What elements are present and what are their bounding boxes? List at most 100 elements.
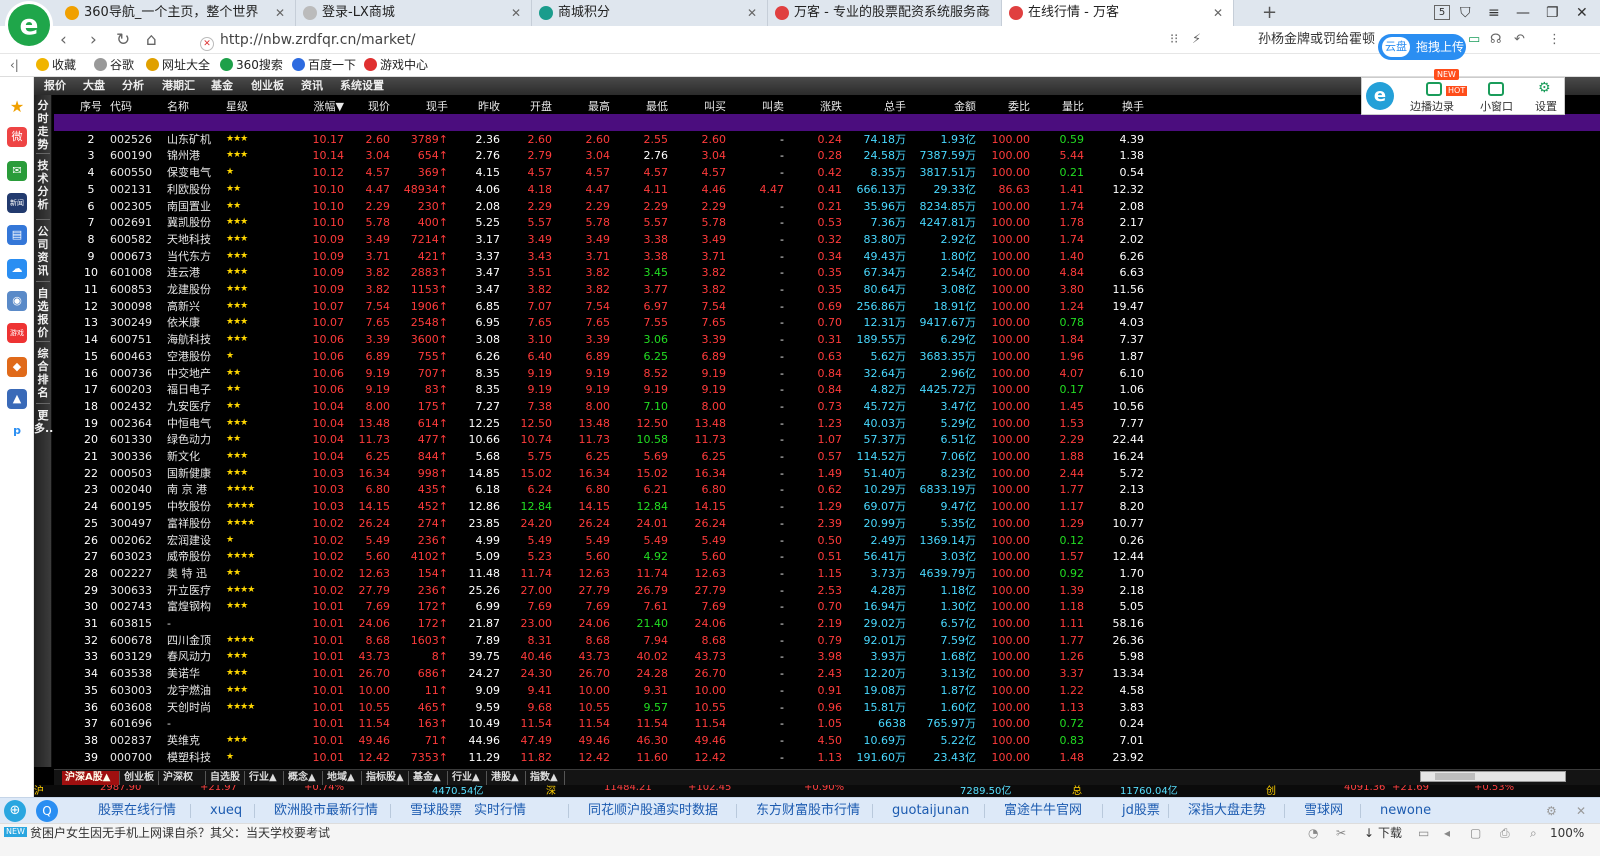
cell-name[interactable]: 中牧股份 [167, 498, 221, 515]
cell-code[interactable]: 600195 [110, 498, 154, 515]
cell-name[interactable]: 模塑科技 [167, 749, 221, 766]
column-header-prev-close[interactable]: 昨收 [452, 98, 500, 114]
cell-index[interactable]: 32 [78, 632, 104, 649]
favorite-2[interactable]: 谷歌 [94, 54, 134, 77]
cell-index[interactable]: 37 [78, 715, 104, 732]
column-header-rating[interactable]: 星级 [226, 98, 264, 114]
cell-name[interactable]: 开立医疗 [167, 582, 221, 599]
close-window-icon[interactable]: ✕ [1576, 0, 1588, 26]
new-tab-button[interactable]: + [1262, 0, 1277, 26]
cell-index[interactable]: 9 [78, 248, 104, 265]
cell-code[interactable]: 601696 [110, 715, 154, 732]
sheet-tab-3[interactable]: 沪深权证 [160, 771, 206, 797]
scroll-thumb[interactable] [1435, 773, 1475, 780]
cell-name[interactable]: 龙建股份 [167, 281, 221, 298]
cell-index[interactable]: 4 [78, 164, 104, 181]
notes-icon[interactable]: ▤ [7, 225, 27, 245]
record-icon[interactable] [1426, 82, 1442, 96]
cell-code[interactable]: 603608 [110, 699, 154, 716]
sheet-tab-9[interactable]: 基金▲ [410, 771, 448, 785]
url-field[interactable]: ✕ http://nbw.zrdfqr.cn/market/ [200, 29, 1170, 51]
tab-4[interactable]: 万客 - 专业的股票配资系统服务商 ✕ [768, 0, 1002, 26]
search-box[interactable]: 孙杨金牌或罚给霍顿 [1258, 31, 1378, 49]
mute-icon[interactable]: ◂ [1444, 824, 1450, 842]
favorite-3[interactable]: 网址大全 [146, 54, 210, 77]
cell-index[interactable]: 28 [78, 565, 104, 582]
cell-name[interactable]: 保变电气 [167, 164, 221, 181]
favorite-5[interactable]: 百度一下 [292, 54, 356, 77]
cell-index[interactable]: 10 [78, 264, 104, 281]
bottom-link-12[interactable]: 雪球网 [1304, 798, 1343, 824]
cell-code[interactable]: 300336 [110, 448, 154, 465]
cell-index[interactable]: 16 [78, 365, 104, 382]
cell-code[interactable]: 002305 [110, 198, 154, 215]
bottom-link-6[interactable]: 同花顺沪股通实时数据 [588, 798, 718, 824]
cell-name[interactable]: 山东矿机 [167, 131, 221, 148]
side-nav-4[interactable]: 自选报价 [34, 285, 52, 339]
cloud-app-icon[interactable]: ☁ [7, 259, 27, 279]
tab-close-icon[interactable]: ✕ [747, 0, 757, 26]
side-nav-3[interactable]: 公司资讯 [34, 223, 52, 277]
column-header-order-ratio[interactable]: 委比 [978, 98, 1030, 114]
game-app-icon[interactable]: ◉ [7, 291, 27, 311]
column-header-amount[interactable]: 金额 [908, 98, 976, 114]
game3-app-icon[interactable]: ▲ [7, 389, 27, 409]
tab-2[interactable]: 登录-LX商城 ✕ [296, 0, 532, 26]
flash-icon[interactable]: ⚡ [1192, 26, 1201, 54]
back-icon[interactable]: ‹ [60, 26, 67, 54]
menu-5[interactable]: 基金 [211, 77, 233, 95]
cell-index[interactable]: 29 [78, 582, 104, 599]
column-header-turnover[interactable]: 换手 [1086, 98, 1144, 114]
tab-close-icon[interactable]: ✕ [981, 0, 991, 26]
cell-index[interactable]: 8 [78, 231, 104, 248]
cell-name[interactable]: 绿色动力 [167, 431, 221, 448]
tab-3[interactable]: 商城积分 ✕ [532, 0, 768, 26]
search-icon[interactable]: Q [36, 800, 58, 822]
cell-code[interactable]: 603003 [110, 682, 154, 699]
cell-name[interactable]: 富煌钢构 [167, 598, 221, 615]
cell-code[interactable]: 603815 [110, 615, 154, 632]
cell-index[interactable]: 34 [78, 665, 104, 682]
headphone-icon[interactable]: ☊ [1490, 26, 1502, 54]
sheet-tab-10[interactable]: 行业▲ [449, 771, 487, 785]
cell-name[interactable]: 中恒电气 [167, 415, 221, 432]
download-icon[interactable]: ↓ [1364, 824, 1374, 842]
cell-code[interactable]: 002227 [110, 565, 154, 582]
cell-code[interactable]: 601330 [110, 431, 154, 448]
menu-2[interactable]: 大盘 [83, 77, 105, 95]
column-header-high[interactable]: 最高 [556, 98, 610, 114]
cell-index[interactable]: 7 [78, 214, 104, 231]
cell-name[interactable]: 春风动力 [167, 648, 221, 665]
settings-button[interactable]: 设置 [1535, 98, 1557, 114]
battery-icon[interactable]: ▭ [1468, 26, 1480, 54]
cell-name[interactable]: 依米康 [167, 314, 221, 331]
column-header-price[interactable]: 现价 [342, 98, 390, 114]
cell-code[interactable]: 603538 [110, 665, 154, 682]
side-nav-6[interactable]: 更多.. [34, 407, 53, 435]
cell-index[interactable]: 22 [78, 465, 104, 482]
cell-code[interactable]: 002131 [110, 181, 154, 198]
cell-code[interactable]: 600751 [110, 331, 154, 348]
column-header-low[interactable]: 最低 [614, 98, 668, 114]
column-header-bid[interactable]: 叫买 [672, 98, 726, 114]
cell-index[interactable]: 39 [78, 749, 104, 766]
cell-index[interactable]: 25 [78, 515, 104, 532]
cell-name[interactable]: 四川金顶 [167, 632, 221, 649]
cell-code[interactable]: 000700 [110, 749, 154, 766]
sheet-tab-5[interactable]: 行业▲ [246, 771, 284, 785]
cell-name[interactable]: 冀凯股份 [167, 214, 221, 231]
sheet-tab-4[interactable]: 自选股 [207, 771, 245, 785]
cell-index[interactable]: 24 [78, 498, 104, 515]
cell-index[interactable]: 5 [78, 181, 104, 198]
bottom-link-1[interactable]: 股票在线行情 [98, 798, 176, 824]
menu-3[interactable]: 分析 [122, 77, 144, 95]
bottom-link-8[interactable]: guotaijunan [892, 798, 969, 824]
cell-index[interactable]: 11 [78, 281, 104, 298]
cell-code[interactable]: 000503 [110, 465, 154, 482]
bottom-link-9[interactable]: 富途牛牛官网 [1004, 798, 1082, 824]
cell-index[interactable]: 23 [78, 481, 104, 498]
cell-index[interactable]: 20 [78, 431, 104, 448]
cloud-upload-button[interactable]: 云盘 拖拽上传 [1378, 34, 1466, 60]
mini-window-icon[interactable] [1488, 82, 1504, 96]
cell-index[interactable]: 13 [78, 314, 104, 331]
